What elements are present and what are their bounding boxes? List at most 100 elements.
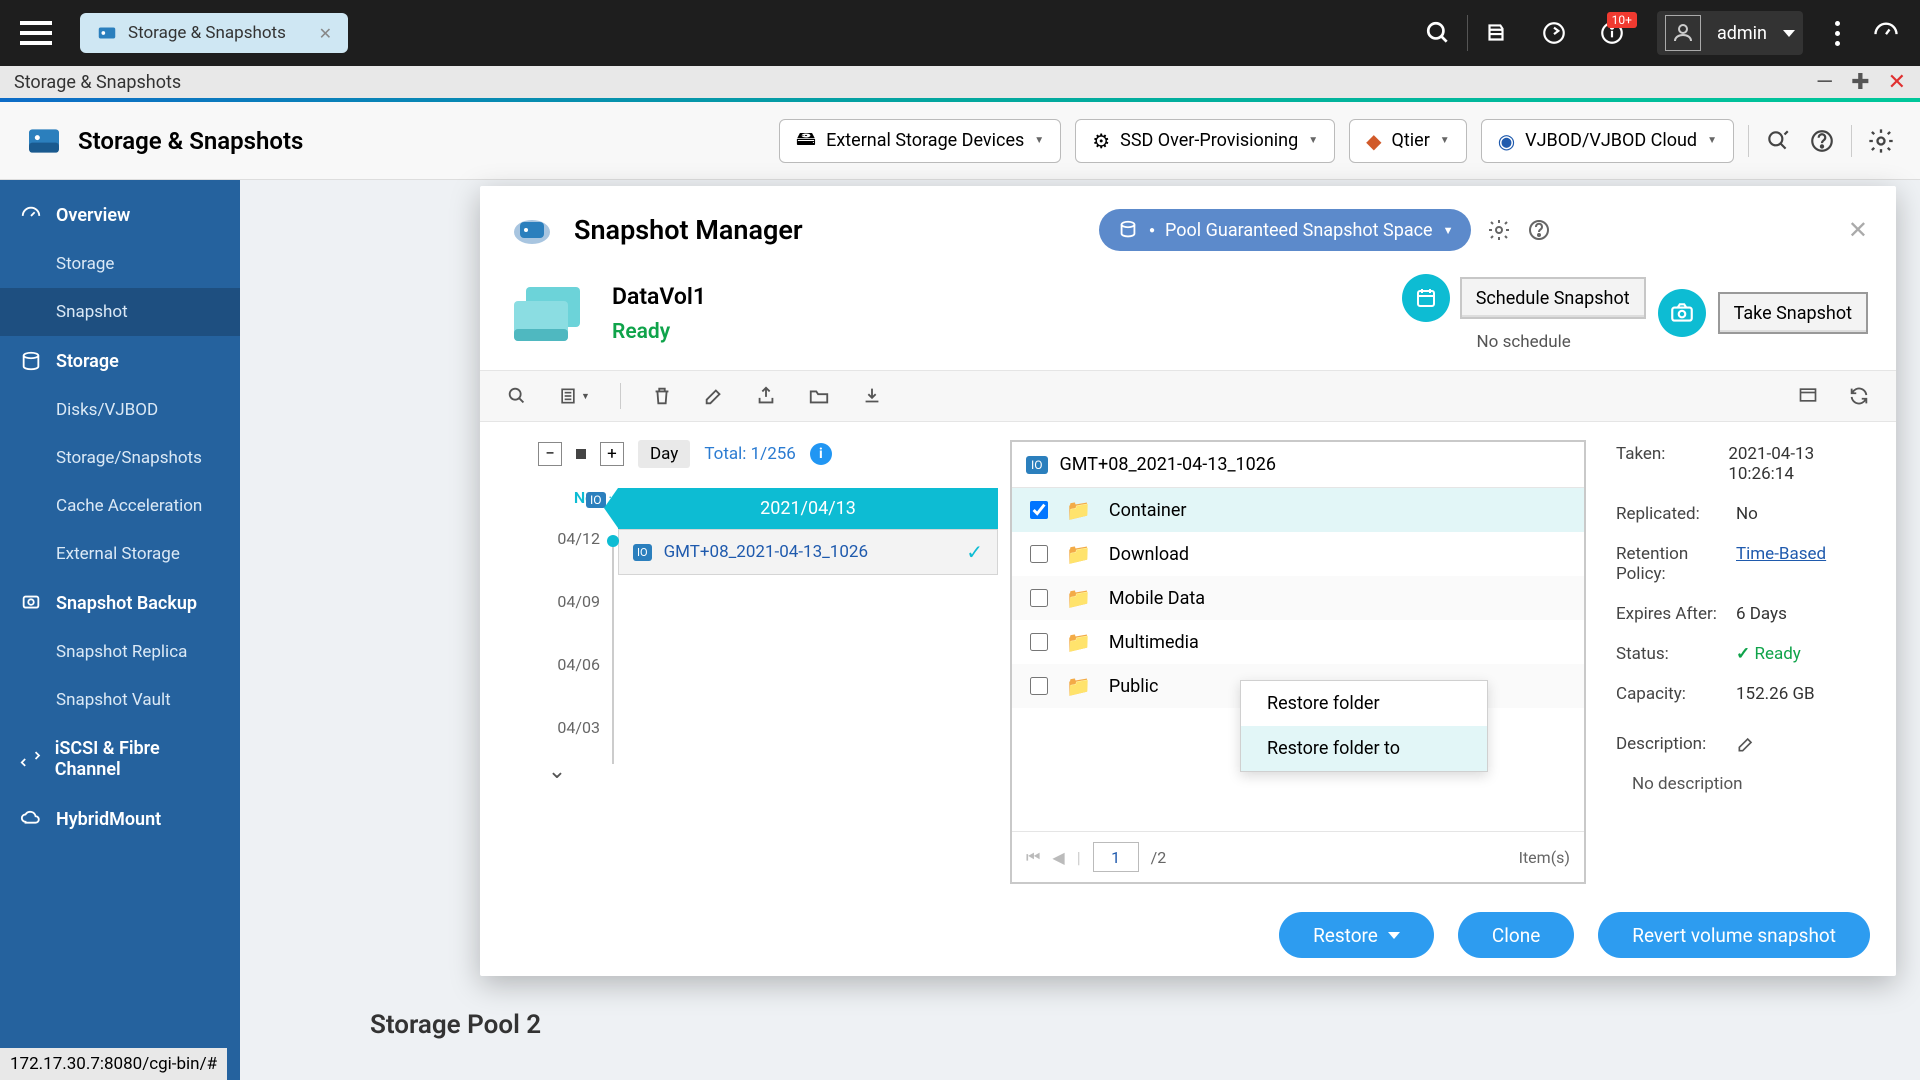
sidebar-pools[interactable]: Storage/Snapshots (0, 434, 240, 482)
tools-icon[interactable] (1763, 126, 1793, 156)
modal-title: Snapshot Manager (574, 214, 803, 246)
folder-checkbox[interactable] (1030, 501, 1048, 519)
window-title: Storage & Snapshots (14, 72, 181, 93)
ib-search-icon[interactable] (506, 385, 528, 407)
sidebar-vault[interactable]: Snapshot Vault (0, 676, 240, 724)
qtier-combo[interactable]: ◆Qtier▼ (1349, 119, 1467, 163)
storage-icon (96, 22, 118, 44)
ssd-overprov-combo[interactable]: ⚙SSD Over-Provisioning▼ (1075, 119, 1335, 163)
vjbod-combo[interactable]: ◉VJBOD/VJBOD Cloud▼ (1481, 119, 1734, 163)
schedule-icon[interactable] (1402, 274, 1450, 322)
ib-download-icon[interactable] (861, 385, 883, 407)
take-snapshot-icon[interactable] (1658, 289, 1706, 337)
pager-first-icon[interactable]: ⏮ (1026, 847, 1040, 867)
window-close-button[interactable]: ✕ (1888, 70, 1906, 95)
modal-close-icon[interactable]: ✕ (1848, 216, 1868, 244)
modal-settings-icon[interactable] (1487, 218, 1511, 242)
browser-header: IO GMT+08_2021-04-13_1026 (1012, 442, 1584, 488)
clone-button[interactable]: Clone (1458, 912, 1574, 958)
ib-list-icon[interactable]: ▼ (558, 385, 590, 407)
brand-icon (24, 121, 64, 161)
ib-export-icon[interactable] (755, 385, 777, 407)
folder-checkbox[interactable] (1030, 633, 1048, 651)
folder-row[interactable]: 📁Multimedia (1012, 620, 1584, 664)
sidebar-extstorage[interactable]: External Storage (0, 530, 240, 578)
ctx-restore-folder-to[interactable]: Restore folder to (1241, 726, 1487, 771)
folder-icon: 📁 (1066, 542, 1091, 566)
sidebar-backup-header[interactable]: Snapshot Backup (0, 578, 240, 628)
sidebar-hybridmount[interactable]: HybridMount (0, 794, 240, 844)
notification-badge: 10+ (1607, 12, 1637, 28)
edit-desc-icon[interactable] (1736, 734, 1756, 754)
clipboard-icon[interactable] (1483, 20, 1509, 46)
os-menu-button[interactable] (20, 13, 60, 53)
modal-help-icon[interactable] (1527, 218, 1551, 242)
folder-row[interactable]: 📁Mobile Data (1012, 576, 1584, 620)
snapshot-row[interactable]: IO GMT+08_2021-04-13_1026 ✓ (618, 529, 998, 575)
expand-icon[interactable]: + (600, 442, 624, 466)
volume-name: DataVol1 (612, 283, 706, 310)
sidebar-overview[interactable]: Overview (0, 190, 240, 240)
restore-button[interactable]: Restore (1279, 912, 1434, 958)
dashboard-icon[interactable] (1872, 19, 1900, 47)
folder-row[interactable]: 📁Container (1012, 488, 1584, 532)
status-bar-url: 172.17.30.7:8080/cgi-bin/# (0, 1048, 227, 1080)
snapshot-manager-icon (508, 206, 556, 254)
chevron-down-icon (1783, 30, 1795, 37)
search-icon[interactable] (1425, 20, 1451, 46)
app-tab-label: Storage & Snapshots (128, 23, 286, 43)
day-filter[interactable]: Day (638, 440, 690, 468)
volume-state: Ready (612, 320, 706, 344)
sidebar-storage-sub[interactable]: Storage (0, 240, 240, 288)
revert-button[interactable]: Revert volume snapshot (1598, 912, 1870, 958)
ib-folder-icon[interactable] (807, 385, 831, 407)
sidebar-disks[interactable]: Disks/VJBOD (0, 386, 240, 434)
help-icon[interactable] (1807, 126, 1837, 156)
sidebar-iscsi[interactable]: iSCSI & Fibre Channel (0, 724, 240, 794)
take-snapshot-button[interactable]: Take Snapshot (1718, 292, 1868, 334)
schedule-note: No schedule (1477, 332, 1571, 352)
folder-icon: 📁 (1066, 586, 1091, 610)
info-icon[interactable]: i (810, 443, 832, 465)
window-minimize-button[interactable]: — (1816, 70, 1833, 95)
app-tab[interactable]: Storage & Snapshots ✕ (80, 13, 348, 53)
schedule-snapshot-button[interactable]: Schedule Snapshot (1460, 277, 1646, 319)
user-name-label: admin (1717, 23, 1767, 44)
user-menu[interactable]: admin (1657, 11, 1803, 55)
sidebar-cache[interactable]: Cache Acceleration (0, 482, 240, 530)
volume-icon (508, 281, 588, 345)
folder-checkbox[interactable] (1030, 589, 1048, 607)
external-storage-combo[interactable]: 🖴External Storage Devices▼ (779, 119, 1061, 163)
collapse-icon[interactable]: − (538, 442, 562, 466)
brand-title: Storage & Snapshots (78, 127, 303, 155)
settings-icon[interactable] (1866, 126, 1896, 156)
pool-title: Storage Pool 2 (370, 1010, 541, 1040)
pager-prev-icon[interactable]: ◀ (1052, 848, 1064, 867)
info-icon[interactable]: 10+ (1599, 20, 1625, 46)
folder-checkbox[interactable] (1030, 677, 1048, 695)
ib-edit-icon[interactable] (703, 385, 725, 407)
folder-row[interactable]: 📁Download (1012, 532, 1584, 576)
folder-icon: 📁 (1066, 630, 1091, 654)
ib-delete-icon[interactable] (651, 385, 673, 407)
window-maximize-button[interactable]: ✚ (1851, 70, 1869, 95)
date-header: 2021/04/13 (618, 488, 998, 529)
pager-page-input[interactable] (1093, 842, 1139, 872)
ib-refresh-icon[interactable] (1848, 385, 1870, 407)
folder-checkbox[interactable] (1030, 545, 1048, 563)
ib-window-icon[interactable] (1796, 385, 1820, 407)
check-icon: ✓ (966, 540, 983, 564)
bell-icon[interactable] (1541, 20, 1567, 46)
restore-context-menu: Restore folder Restore folder to (1240, 680, 1488, 772)
more-icon[interactable] (1835, 21, 1840, 46)
timeline-down-icon[interactable]: ⌄ (502, 759, 612, 784)
sidebar-storage-header[interactable]: Storage (0, 336, 240, 386)
sidebar-replica[interactable]: Snapshot Replica (0, 628, 240, 676)
folder-icon: 📁 (1066, 498, 1091, 522)
avatar-icon (1665, 15, 1701, 51)
retention-link[interactable]: Time-Based (1736, 544, 1826, 584)
close-icon[interactable]: ✕ (319, 24, 332, 43)
ctx-restore-folder[interactable]: Restore folder (1241, 681, 1487, 726)
pool-space-pill[interactable]: ● Pool Guaranteed Snapshot Space ▼ (1099, 209, 1472, 251)
sidebar-snapshot[interactable]: Snapshot (0, 288, 240, 336)
